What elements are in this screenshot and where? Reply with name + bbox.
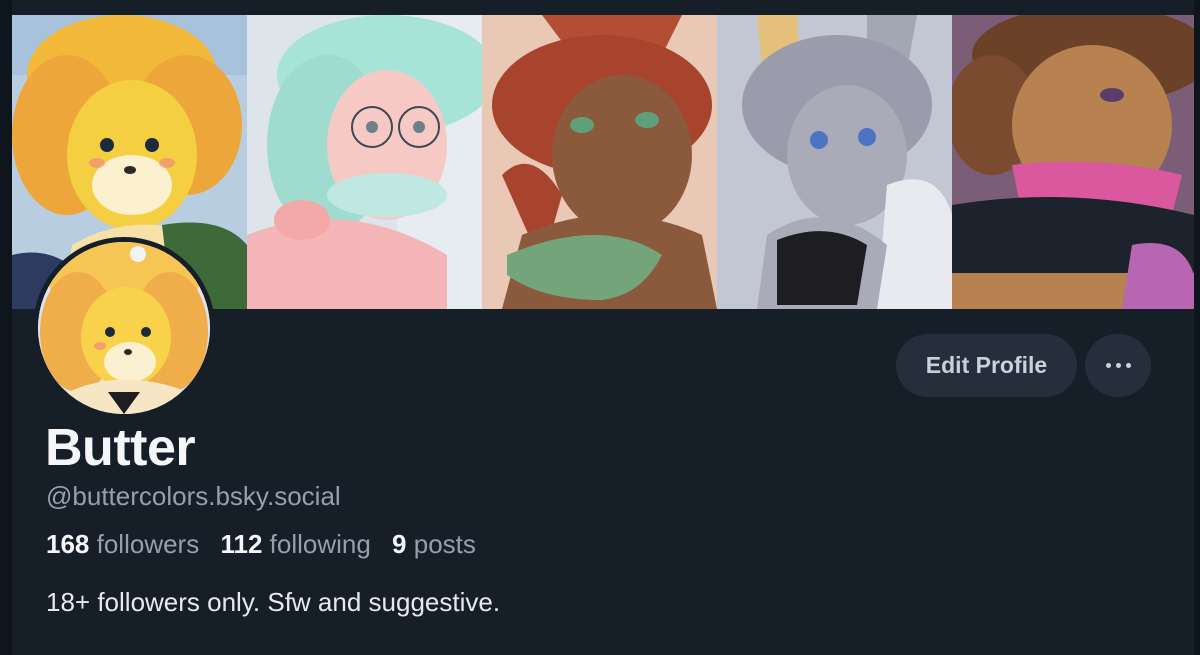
following-link[interactable]: 112 following [220, 529, 370, 559]
posts-label: posts [413, 529, 476, 559]
followers-label: followers [96, 529, 200, 559]
window-right-edge [1194, 0, 1200, 655]
following-count: 112 [220, 529, 263, 559]
more-options-button[interactable] [1085, 334, 1151, 397]
profile-stats: 168 followers 112 following 9 posts [46, 529, 476, 560]
banner-art-grey-rabbit [717, 15, 952, 309]
profile-bio: 18+ followers only. Sfw and suggestive. [46, 587, 501, 617]
banner-art-brown-hoodie [952, 15, 1194, 309]
posts-count: 9 [392, 529, 407, 559]
following-label: following [269, 529, 371, 559]
ellipsis-icon [1105, 363, 1111, 368]
followers-link[interactable]: 168 followers [46, 529, 199, 559]
posts-stat: 9 posts [392, 529, 476, 559]
edit-profile-button[interactable]: Edit Profile [896, 334, 1077, 397]
window-top-edge [0, 0, 1200, 15]
avatar-image [38, 242, 210, 414]
banner-art-mint-glasses [247, 15, 482, 309]
avatar[interactable] [33, 237, 215, 419]
user-handle: @buttercolors.bsky.social [46, 481, 341, 511]
display-name: Butter [45, 419, 196, 477]
banner-art-red-fox [482, 15, 717, 309]
followers-count: 168 [46, 529, 90, 559]
edit-profile-label: Edit Profile [925, 352, 1048, 378]
window-left-edge [0, 0, 12, 655]
